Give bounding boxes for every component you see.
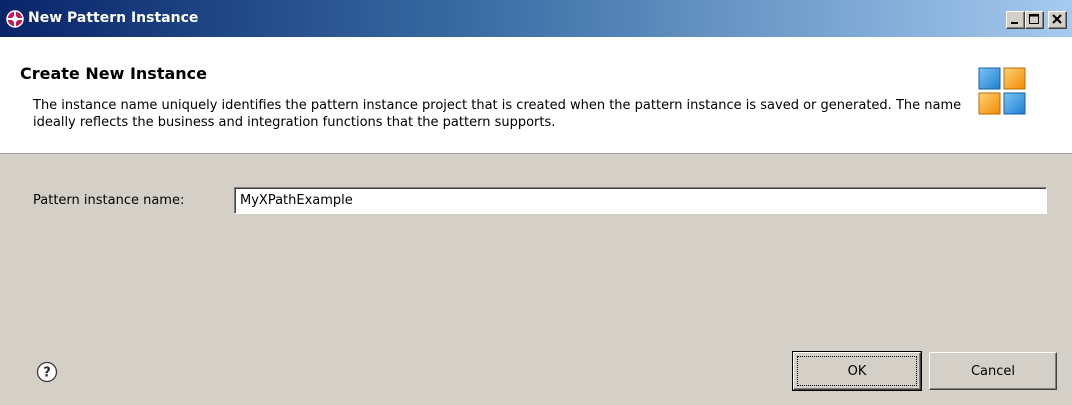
svg-text:?: ? — [43, 366, 51, 381]
pattern-instance-icon — [5, 9, 25, 29]
wizard-banner-graphic — [978, 67, 1026, 115]
instance-name-label: Pattern instance name: — [33, 193, 185, 208]
minimize-button[interactable] — [1006, 11, 1025, 29]
help-icon: ? — [36, 361, 58, 383]
cancel-button[interactable]: Cancel — [929, 352, 1057, 390]
page-title: Create New Instance — [20, 64, 207, 83]
close-icon — [1052, 14, 1062, 24]
maximize-icon — [1029, 14, 1039, 24]
minimize-icon — [1011, 22, 1018, 24]
close-button[interactable] — [1048, 11, 1067, 29]
maximize-button[interactable] — [1025, 11, 1044, 29]
ok-button[interactable]: OK — [792, 351, 922, 391]
window-title: New Pattern Instance — [28, 10, 199, 26]
dialog-window: New Pattern Instance Create New Instance… — [0, 0, 1072, 405]
wizard-header: Create New Instance The instance name un… — [0, 37, 1072, 154]
title-bar[interactable]: New Pattern Instance — [0, 0, 1072, 37]
page-description: The instance name uniquely identifies th… — [33, 98, 962, 130]
instance-name-input[interactable] — [234, 187, 1047, 214]
help-button[interactable]: ? — [36, 361, 58, 383]
